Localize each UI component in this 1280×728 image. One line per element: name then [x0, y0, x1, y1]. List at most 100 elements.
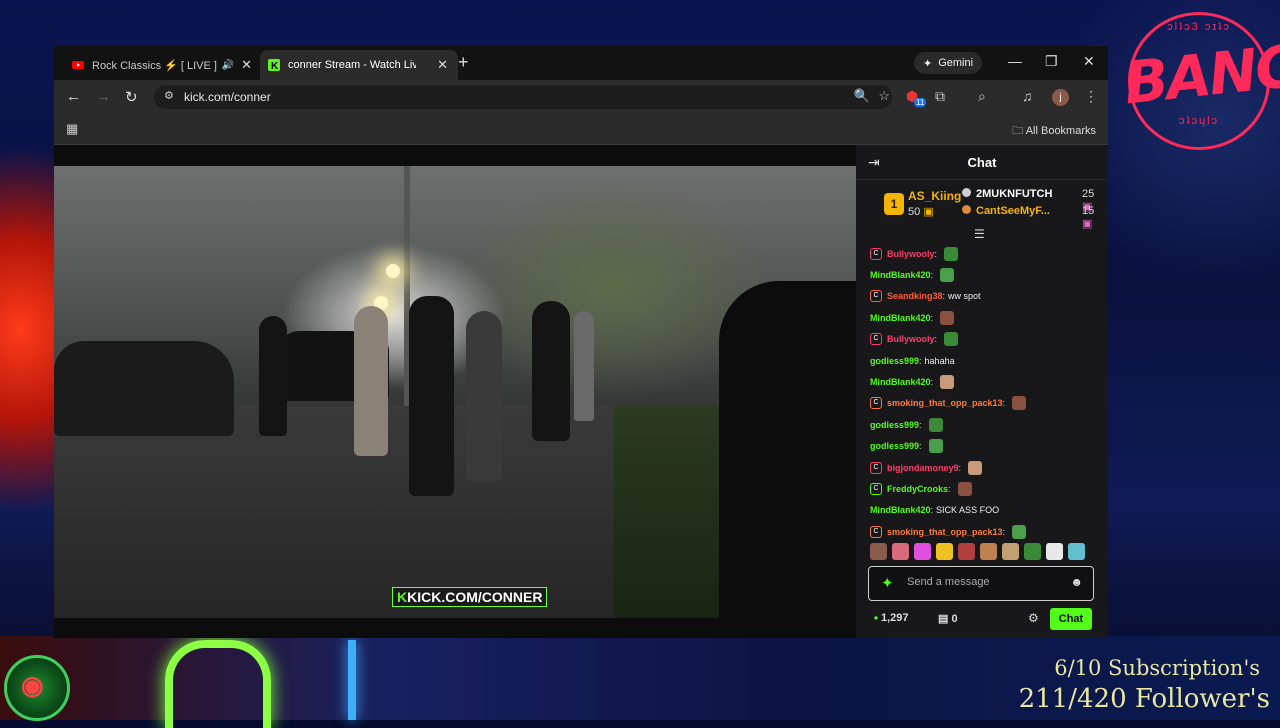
media-control-icon[interactable]: ♫ — [1022, 88, 1033, 104]
tab-title: conner Stream - Watch Live on — [288, 59, 416, 71]
chat-username[interactable]: MindBlank420 — [870, 270, 931, 280]
emote-icon[interactable] — [914, 543, 931, 560]
close-window-icon[interactable]: ✕ — [1083, 53, 1095, 70]
chat-username[interactable]: godless999 — [870, 356, 919, 366]
emote-icon[interactable] — [1002, 543, 1019, 560]
folder-icon: 🗀 — [1012, 125, 1024, 137]
emote-icon[interactable] — [958, 543, 975, 560]
emote-icon — [940, 268, 955, 283]
chat-settings-icon[interactable]: ⚙ — [1028, 611, 1039, 625]
chat-username[interactable]: MindBlank420 — [870, 313, 931, 323]
chat-username[interactable]: Bullywooly — [887, 249, 935, 259]
close-tab-icon[interactable]: ✕ — [241, 57, 252, 73]
tab-rock-classics[interactable]: Rock Classics ⚡ [ LIVE ] Ti 🔊 ✕ — [64, 50, 262, 80]
chat-message: godless999: — [870, 414, 1102, 435]
video-person — [574, 311, 594, 421]
chat-message: Csmoking_that_opp_pack13: — [870, 393, 1102, 414]
browser-window: Rock Classics ⚡ [ LIVE ] Ti 🔊 ✕ K conner… — [54, 46, 1108, 638]
chat-text: SICK ASS FOO — [936, 505, 1000, 516]
leaderboard-top-score: 50 ▣ — [908, 206, 934, 218]
emote-icon — [968, 460, 983, 475]
chat-username[interactable]: godless999 — [870, 441, 919, 451]
site-info-icon[interactable]: ⚙ — [164, 89, 174, 102]
chat-username[interactable]: MindBlank420 — [870, 505, 931, 515]
channel-points[interactable]: ⬩ 1,297 — [874, 612, 909, 625]
chat-username[interactable]: godless999 — [870, 420, 919, 430]
video-car — [54, 341, 234, 436]
video-foreground-figure — [719, 281, 856, 618]
bookmark-star-icon[interactable]: ☆ — [878, 88, 890, 104]
emote-icon[interactable] — [870, 543, 887, 560]
emote-icon — [940, 375, 955, 390]
gemini-button[interactable]: ✦ Gemini — [914, 52, 983, 74]
user-badge-icon: C — [870, 525, 882, 538]
emote-icon[interactable] — [1068, 543, 1085, 560]
seal-ring-bottom-text: ɔʇɔɥlɔ — [1178, 115, 1220, 127]
menu-kebab-icon[interactable]: ⋮ — [1084, 88, 1098, 105]
stream-watermark: KKICK.COM/CONNER — [392, 587, 548, 607]
emote-icon — [940, 310, 955, 325]
tab-conner-stream[interactable]: K conner Stream - Watch Live on ✕ — [260, 50, 458, 80]
speaker-logo-icon: ◉ — [4, 655, 70, 721]
video-person — [409, 296, 454, 496]
chat-message: MindBlank420: — [870, 371, 1102, 392]
chat-username[interactable]: FreddyCrooks — [887, 484, 948, 494]
svg-text:K: K — [271, 61, 279, 71]
video-person — [532, 301, 570, 441]
emote-icon[interactable] — [936, 543, 953, 560]
chat-username[interactable]: smoking_that_opp_pack13 — [887, 398, 1003, 408]
gift-icon: ▣ — [923, 206, 934, 218]
sparkle-icon[interactable]: ✦ — [881, 574, 894, 592]
video-player[interactable]: KKICK.COM/CONNER — [54, 166, 856, 618]
emote-icon[interactable] — [892, 543, 909, 560]
gemini-icon: ✦ — [923, 57, 933, 70]
minimize-icon[interactable]: — — [1008, 53, 1022, 69]
bronze-icon — [962, 205, 971, 214]
reload-icon[interactable]: ↻ — [125, 88, 138, 106]
close-tab-icon[interactable]: ✕ — [437, 57, 448, 73]
chat-footer: ⬩ 1,297 ▤ 0 ⚙ Chat — [856, 607, 1108, 633]
emoji-picker-icon[interactable]: ☻ — [1070, 575, 1083, 589]
chat-username[interactable]: bigjondamoney9 — [887, 463, 959, 473]
profile-avatar[interactable]: j — [1052, 89, 1069, 106]
chat-message-input[interactable] — [905, 575, 1059, 589]
chat-username[interactable]: Bullywooly — [887, 334, 935, 344]
leaderboard-entry[interactable]: 2MUKNFUTCH 25 ▣ — [962, 188, 1094, 213]
emote-icon[interactable] — [980, 543, 997, 560]
video-person — [354, 306, 388, 456]
chat-filter-icon[interactable]: ☰ — [974, 227, 985, 241]
leaderboard-entry[interactable]: CantSeeMyF... 15 ▣ — [962, 205, 1094, 230]
chat-message: MindBlank420: — [870, 307, 1102, 328]
points-icon: ⬩ — [874, 612, 878, 624]
chat-username[interactable]: smoking_that_opp_pack13 — [887, 527, 1003, 537]
subscription-goal: 6/10 Subscription's — [1054, 656, 1260, 680]
chat-username[interactable]: Seandking38 — [887, 291, 943, 301]
gemini-label: Gemini — [938, 57, 974, 69]
send-chat-button[interactable]: Chat — [1050, 608, 1092, 630]
emote-icon[interactable] — [1024, 543, 1041, 560]
address-bar[interactable]: ⚙ kick.com/conner 🔍 ☆ — [154, 85, 892, 109]
chat-username[interactable]: MindBlank420 — [870, 377, 931, 387]
chat-message: godless999: hahaha — [870, 355, 955, 366]
gift-count[interactable]: ▤ 0 — [938, 612, 958, 625]
follower-goal: 211/420 Follower's — [1018, 684, 1270, 714]
extensions-puzzle-icon[interactable]: ⧉ — [935, 88, 945, 105]
forward-icon[interactable]: → — [96, 88, 111, 105]
back-icon[interactable]: ← — [66, 88, 81, 105]
all-bookmarks-button[interactable]: 🗀 All Bookmarks — [1012, 122, 1096, 141]
leaderboard-top-name[interactable]: AS_Kiing — [908, 189, 961, 203]
chat-text: hahaha — [924, 355, 955, 366]
emote-icon[interactable] — [1046, 543, 1063, 560]
new-tab-icon[interactable]: + — [458, 52, 469, 73]
tab-search-icon[interactable]: ⌕ — [978, 88, 986, 105]
chat-message: MindBlank420: — [870, 264, 1102, 285]
restore-icon[interactable]: ❐ — [1045, 53, 1058, 70]
speaker-icon[interactable]: 🔊 — [222, 60, 234, 71]
tab-bar: Rock Classics ⚡ [ LIVE ] Ti 🔊 ✕ K conner… — [54, 46, 1108, 80]
chat-message: C Seandking38: ww spot — [870, 286, 1102, 307]
zoom-icon[interactable]: 🔍 — [854, 88, 870, 104]
user-badge-icon: C — [870, 397, 882, 410]
apps-grid-icon[interactable]: ▦ — [66, 121, 78, 137]
user-badge-icon: C — [870, 482, 882, 495]
chat-panel: ⇥ Chat 1 AS_Kiing 50 ▣ 2MUKNFUTCH 25 ▣ C… — [856, 145, 1108, 638]
